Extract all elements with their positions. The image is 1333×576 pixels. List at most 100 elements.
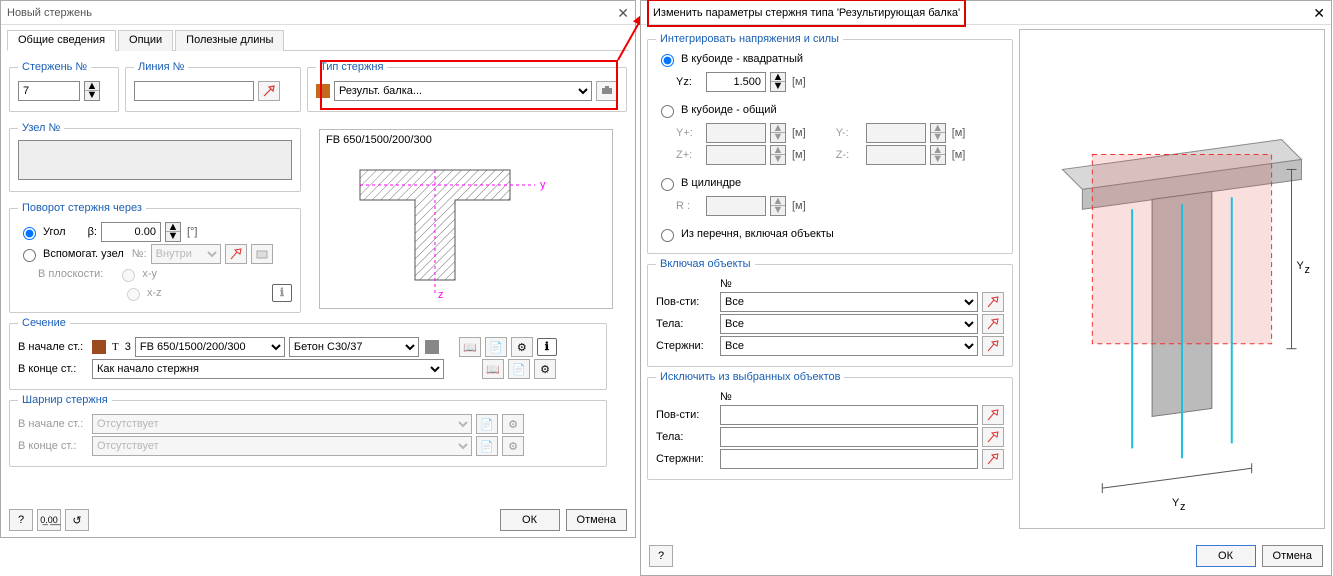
sec-info-button[interactable]: ℹ <box>537 338 557 356</box>
result-beam-params-window: Изменить параметры стержня типа 'Результ… <box>640 0 1332 576</box>
hinge-end-select: Отсутствует <box>92 436 472 456</box>
group-rotation: Поворот стержня через Угол β: ▲▼ [°] Всп… <box>9 202 301 313</box>
ym-label: Y-: <box>836 127 862 139</box>
preview-3d-svg: Yz Yz <box>1020 30 1324 528</box>
svg-text:y: y <box>540 179 546 191</box>
units-button[interactable]: 0̲.0̲0̲ <box>37 509 61 531</box>
inc-surf-pick[interactable] <box>982 292 1004 312</box>
line-no-input[interactable] <box>134 81 254 101</box>
tab-options[interactable]: Опции <box>118 30 173 51</box>
tab-general[interactable]: Общие сведения <box>7 30 116 51</box>
sec-edit-button[interactable]: ⚙ <box>511 337 533 357</box>
close-icon[interactable]: ✕ <box>1313 1 1325 25</box>
inc-members-select[interactable]: Все <box>720 336 978 356</box>
sec-end-lib-button[interactable]: 📖 <box>482 359 504 379</box>
yp-input <box>706 123 766 143</box>
ex-tela-input[interactable] <box>720 427 978 447</box>
help-button[interactable]: ? <box>9 509 33 531</box>
yz-spinner[interactable]: ▲▼ <box>770 72 786 92</box>
node-no-label: Узел № <box>18 122 64 134</box>
section-legend: Сечение <box>18 317 70 329</box>
opt-cuboid-general[interactable]: В кубоиде - общий <box>656 102 777 118</box>
pick-line-button[interactable] <box>258 81 280 101</box>
opt-from-list[interactable]: Из перечня, включая объекты <box>656 226 834 242</box>
sec-start-name[interactable]: FB 650/1500/200/300 <box>135 337 285 357</box>
group-exclude: Исключить из выбранных объектов № Пов-ст… <box>647 371 1013 480</box>
tab-eff-lengths[interactable]: Полезные длины <box>175 30 284 51</box>
opt-cylinder[interactable]: В цилиндре <box>656 175 741 191</box>
ex-tela-pick[interactable] <box>982 427 1004 447</box>
ym-spinner: ▲▼ <box>930 123 946 143</box>
plane-xy-radio: x-y <box>117 266 157 282</box>
rotation-legend: Поворот стержня через <box>18 202 146 214</box>
close-icon[interactable]: ✕ <box>617 1 629 25</box>
member-type-select[interactable]: Результ. балка... <box>334 81 592 101</box>
hinge-start-select: Отсутствует <box>92 414 472 434</box>
tab-strip: Общие сведения Опции Полезные длины <box>7 29 629 51</box>
ex-surf-input[interactable] <box>720 405 978 425</box>
sec-start-label: В начале ст.: <box>18 341 88 353</box>
sec-index: 3 <box>125 341 131 353</box>
inc-tela-select[interactable]: Все <box>720 314 978 334</box>
ex-tela-label: Тела: <box>656 431 716 443</box>
sec-new-button[interactable]: 📄 <box>485 337 507 357</box>
member-no-spinner[interactable]: ▲▼ <box>84 81 100 101</box>
hinge-end-edit: ⚙ <box>502 436 524 456</box>
beta-input[interactable] <box>101 222 161 242</box>
r-ok-button[interactable]: ОК <box>1196 545 1256 567</box>
yp-label: Y+: <box>676 127 702 139</box>
r-cancel-button[interactable]: Отмена <box>1262 545 1323 567</box>
hinge-start-label: В начале ст.: <box>18 418 88 430</box>
inc-members-label: Стержни: <box>656 340 716 352</box>
inc-members-pick[interactable] <box>982 336 1004 356</box>
group-hinge: Шарнир стержня В начале ст.: Отсутствует… <box>9 394 607 467</box>
ex-members-label: Стержни: <box>656 453 716 465</box>
yp-spinner: ▲▼ <box>770 123 786 143</box>
member-no-label: Стержень № <box>18 61 91 73</box>
integrate-legend: Интегрировать напряжения и силы <box>656 33 843 45</box>
reset-button[interactable]: ↺ <box>65 509 89 531</box>
info-button[interactable]: ℹ <box>272 284 292 302</box>
ex-members-input[interactable] <box>720 449 978 469</box>
yz-input[interactable] <box>706 72 766 92</box>
inc-tela-label: Тела: <box>656 318 716 330</box>
zm-spinner: ▲▼ <box>930 145 946 165</box>
folder-icon <box>256 248 268 260</box>
sec-lib-button[interactable]: 📖 <box>459 337 481 357</box>
ex-surf-pick[interactable] <box>982 405 1004 425</box>
footer-left: ? 0̲.0̲0̲ ↺ <box>9 509 89 531</box>
section-preview: FB 650/1500/200/300 y z <box>319 129 613 309</box>
sec-end-select[interactable]: Как начало стержня <box>92 359 444 379</box>
ym-input <box>866 123 926 143</box>
sec-end-new-button: 📄 <box>508 359 530 379</box>
inc-surf-select[interactable]: Все <box>720 292 978 312</box>
group-line-no: Линия № <box>125 61 301 112</box>
picker-icon <box>262 84 276 98</box>
inc-surf-label: Пов-сти: <box>656 296 716 308</box>
sec-end-edit-button[interactable]: ⚙ <box>534 359 556 379</box>
plane-xz-radio: x-z <box>122 285 162 301</box>
new-member-window: Новый стержень ✕ Общие сведения Опции По… <box>0 0 636 538</box>
r-footer-right: ОК Отмена <box>1196 545 1323 567</box>
col-no: № <box>720 278 732 290</box>
sec-color-swatch <box>92 340 106 354</box>
aux-pick-button[interactable] <box>225 244 247 264</box>
rot-angle-radio[interactable]: Угол <box>18 224 66 240</box>
rot-aux-radio[interactable]: Вспомогат. узел <box>18 246 124 262</box>
group-include: Включая объекты № Пов-сти: Все Тела: Все… <box>647 258 1013 367</box>
aux-new-button <box>251 244 273 264</box>
picker-icon <box>987 409 999 421</box>
controls-column: Интегрировать напряжения и силы В кубоид… <box>647 29 1013 529</box>
type-settings-button[interactable] <box>596 81 618 101</box>
r-help-button[interactable]: ? <box>649 545 673 567</box>
opt-cuboid-square[interactable]: В кубоиде - квадратный <box>656 51 803 67</box>
member-no-input[interactable] <box>18 81 80 101</box>
beta-spinner[interactable]: ▲▼ <box>165 222 181 242</box>
exclude-legend: Исключить из выбранных объектов <box>656 371 844 383</box>
picker-icon <box>987 318 999 330</box>
ex-members-pick[interactable] <box>982 449 1004 469</box>
cancel-button[interactable]: Отмена <box>566 509 627 531</box>
ok-button[interactable]: ОК <box>500 509 560 531</box>
sec-start-material[interactable]: Бетон C30/37 <box>289 337 419 357</box>
inc-tela-pick[interactable] <box>982 314 1004 334</box>
